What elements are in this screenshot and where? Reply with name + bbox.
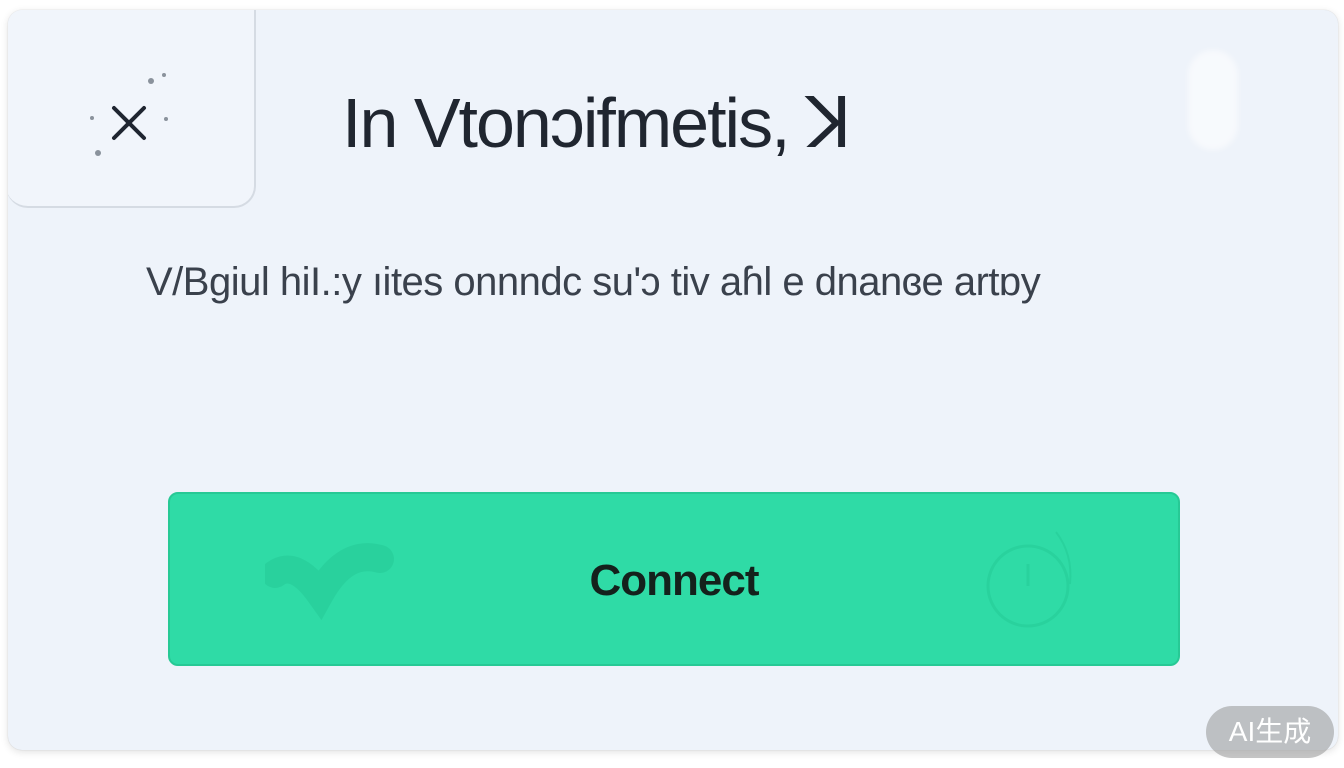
ai-generated-badge: AI生成 [1206,706,1334,758]
connect-button[interactable]: Connect [168,492,1180,666]
connect-button-label: Connect [589,556,760,605]
dialog-title: In Vtonↄifmetis, ꓘ [342,84,852,162]
connect-dialog: In Vtonↄifmetis, ꓘ V/Bgiul hiI.:y ıites … [8,10,1338,750]
close-icon [90,73,168,156]
dialog-subtitle: V/Bgiul hiI.:y ıites onnndc su'ↄ tiv aɦl… [146,260,1041,304]
close-button[interactable] [8,10,256,208]
decorative-blob [1188,50,1238,150]
